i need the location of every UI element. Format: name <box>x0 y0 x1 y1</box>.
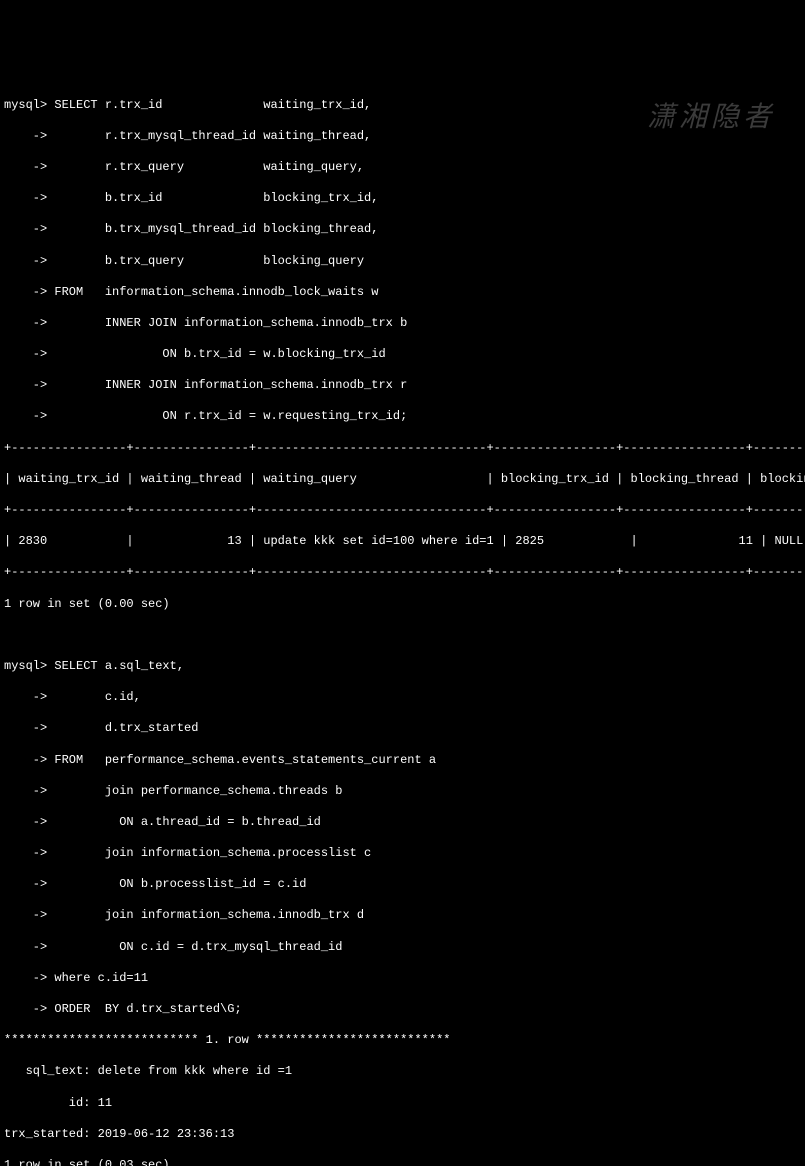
result-row-header: *************************** 1. row *****… <box>4 1033 801 1049</box>
sql-line: -> b.trx_query blocking_query <box>4 254 801 270</box>
sql-line: -> r.trx_query waiting_query, <box>4 160 801 176</box>
result-summary: 1 row in set (0.00 sec) <box>4 597 801 613</box>
sql-line: -> FROM performance_schema.events_statem… <box>4 753 801 769</box>
table-row: | 2830 | 13 | update kkk set id=100 wher… <box>4 534 801 550</box>
sql-line: -> b.trx_id blocking_trx_id, <box>4 191 801 207</box>
sql-line: -> join information_schema.processlist c <box>4 846 801 862</box>
sql-line: -> b.trx_mysql_thread_id blocking_thread… <box>4 222 801 238</box>
sql-line: -> INNER JOIN information_schema.innodb_… <box>4 378 801 394</box>
sql-line: -> join information_schema.innodb_trx d <box>4 908 801 924</box>
sql-line: mysql> SELECT a.sql_text, <box>4 659 801 675</box>
sql-line: -> ON b.processlist_id = c.id <box>4 877 801 893</box>
sql-line: -> INNER JOIN information_schema.innodb_… <box>4 316 801 332</box>
sql-line: -> ORDER BY d.trx_started\G; <box>4 1002 801 1018</box>
sql-line: -> ON r.trx_id = w.requesting_trx_id; <box>4 409 801 425</box>
sql-line: -> ON c.id = d.trx_mysql_thread_id <box>4 940 801 956</box>
blank-line <box>4 628 801 644</box>
result-field: sql_text: delete from kkk where id =1 <box>4 1064 801 1080</box>
result-field: trx_started: 2019-06-12 23:36:13 <box>4 1127 801 1143</box>
table-border-bottom: +----------------+----------------+-----… <box>4 565 801 581</box>
sql-line: -> ON b.trx_id = w.blocking_trx_id <box>4 347 801 363</box>
sql-line: -> d.trx_started <box>4 721 801 737</box>
sql-line: mysql> SELECT r.trx_id waiting_trx_id, <box>4 98 801 114</box>
result-field: id: 11 <box>4 1096 801 1112</box>
sql-line: -> c.id, <box>4 690 801 706</box>
sql-line: -> r.trx_mysql_thread_id waiting_thread, <box>4 129 801 145</box>
sql-line: -> FROM information_schema.innodb_lock_w… <box>4 285 801 301</box>
table-border-mid: +----------------+----------------+-----… <box>4 503 801 519</box>
table-border-top: +----------------+----------------+-----… <box>4 441 801 457</box>
sql-line: -> where c.id=11 <box>4 971 801 987</box>
sql-line: -> ON a.thread_id = b.thread_id <box>4 815 801 831</box>
result-summary: 1 row in set (0.03 sec) <box>4 1158 801 1166</box>
sql-line: -> join performance_schema.threads b <box>4 784 801 800</box>
table-header: | waiting_trx_id | waiting_thread | wait… <box>4 472 801 488</box>
